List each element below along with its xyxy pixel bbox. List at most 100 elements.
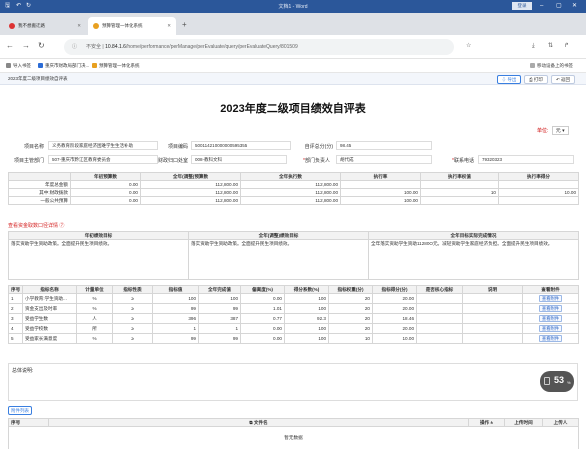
view-attachment-button[interactable]: 查看附件 — [538, 305, 563, 312]
indicators-header-cell: 得分系数(%) — [284, 285, 329, 294]
indicator-cell: ≥ — [112, 313, 153, 324]
indicator-cell: 396 — [152, 313, 199, 324]
bookmarks-icon[interactable]: ⇅ — [548, 42, 553, 50]
indicator-cell: 20.00 — [372, 303, 417, 314]
share-icon[interactable]: ↱ — [564, 42, 569, 50]
breadcrumb[interactable]: 2023年度二级项目绩效自评表 — [8, 73, 68, 85]
progress-unit: % — [567, 380, 571, 385]
bookmark-mobile[interactable]: 移动设备上的书签 — [530, 59, 573, 73]
indicator-cell: 18.46 — [372, 313, 417, 324]
tab-favicon-icon — [93, 23, 99, 29]
indicator-cell: 2 — [8, 303, 23, 314]
indicators-row: 3 受益学生数人 ≥396 387 0.77 92.3 20 18.46 查看附件 — [8, 313, 579, 324]
folder-icon — [530, 63, 535, 68]
print-button[interactable]: ⎙ 打印 — [524, 75, 548, 84]
funds-row: 一般公共预算 0.00 112,800.00 112,800.00 100.00 — [8, 196, 579, 205]
maximize-icon[interactable]: ▢ — [556, 3, 562, 9]
office-field: 008-教科文科 — [191, 155, 287, 164]
close-icon[interactable]: ✕ — [572, 3, 577, 9]
tab-favicon-icon — [9, 23, 15, 29]
url-input[interactable]: ⓘ 不安全 | 10.84.1.6/home/performance/perMa… — [64, 39, 454, 55]
dept-label: 项目主管部门 — [13, 158, 44, 164]
indicator-attachment-cell: 查看附件 — [522, 333, 579, 344]
indicator-cell: 5 — [8, 333, 23, 344]
funds-cell: 0.00 — [70, 188, 141, 197]
indicator-cell: 100 — [284, 323, 329, 334]
indicator-cell: 所 — [76, 323, 113, 334]
bookmark-1[interactable]: 重庆市财政局部门决... — [38, 59, 89, 73]
indicator-cell — [416, 293, 463, 304]
attach-header-ops: 操作 ± — [468, 418, 505, 427]
indicators-row: 2 资金支出及时率% ≥99 99 1.01 100 20 20.00 查看附件 — [8, 303, 579, 314]
bookmark-label: 预算管理一体化系统 — [99, 63, 140, 68]
indicator-cell: 20 — [328, 293, 373, 304]
view-attachment-button[interactable]: 查看附件 — [538, 335, 563, 342]
forward-icon[interactable]: → — [22, 42, 30, 50]
indicator-cell: 受益家长满意度 — [22, 333, 77, 344]
funds-cell: 112,800.00 — [240, 188, 341, 197]
funds-cell: 100.00 — [340, 196, 421, 205]
indicators-header-cell: 指标性质 — [112, 285, 153, 294]
indicator-cell: 0.77 — [240, 313, 285, 324]
export-label: 导出 — [507, 77, 517, 82]
page-title: 2023年度二级项目绩效自评表 — [220, 103, 366, 115]
bookmark-label: 导入书签 — [13, 63, 31, 68]
bookmark-2[interactable]: 预算管理一体化系统 — [92, 59, 140, 73]
phone-field[interactable]: 79320323 — [478, 155, 574, 164]
download-icon[interactable]: ⤓ — [532, 42, 535, 50]
tab-1[interactable]: 我不想搬迁路 ✕ — [4, 17, 86, 35]
funds-row: 年度总金额 0.00 112,800.00 112,800.00 — [8, 180, 579, 189]
indicator-cell: % — [76, 293, 113, 304]
leader-field[interactable]: 胡代成 — [336, 155, 432, 164]
view-attachment-button[interactable]: 查看附件 — [538, 315, 563, 322]
score-field: 98.45 — [336, 141, 432, 150]
funds-header-cell: 执行率权值 — [420, 172, 499, 181]
view-attachment-button[interactable]: 查看附件 — [538, 295, 563, 302]
new-tab-icon[interactable]: + — [182, 20, 187, 29]
tab-close-icon[interactable]: ✕ — [77, 17, 81, 35]
indicator-cell: 20.00 — [372, 323, 417, 334]
goals-header-row: 年初绩效目标 全年(调整)绩效目标 全年目标实际完成情况 — [8, 231, 579, 240]
back-icon[interactable]: ← — [6, 42, 14, 50]
summary-box[interactable]: 总体说明: — [8, 363, 578, 401]
indicators-header-cell: 序号 — [8, 285, 23, 294]
empty-state: 暂无数据 — [8, 426, 579, 449]
funds-cell: 112,800.00 — [240, 196, 341, 205]
funds-detail-link[interactable]: 查看资金取数口径详情 ⑦ — [8, 222, 64, 229]
reload-icon[interactable]: ↻ — [38, 42, 45, 50]
progress-widget[interactable]: 53 % — [540, 371, 574, 392]
back-button[interactable]: ↶ 返回 — [551, 75, 575, 84]
view-attachment-button[interactable]: 查看附件 — [538, 325, 563, 332]
tab-close-icon[interactable]: ✕ — [167, 17, 171, 35]
indicator-cell — [462, 303, 523, 314]
indicator-cell: 99 — [152, 333, 199, 344]
goals-header-initial: 年初绩效目标 — [8, 231, 189, 240]
indicators-header-cell: 指标值 — [152, 285, 199, 294]
indicator-cell — [462, 313, 523, 324]
minimize-icon[interactable]: – — [540, 3, 543, 9]
funds-cell: 112,800.00 — [140, 180, 241, 189]
unit-select[interactable]: 元 ▾ — [551, 126, 569, 135]
export-button[interactable]: ⇩ 导出 — [497, 75, 521, 84]
office-label: 财政归口处室 — [157, 158, 188, 164]
unit-selector[interactable]: 单位: 元 ▾ — [537, 126, 569, 135]
indicator-cell: 99 — [152, 303, 199, 314]
funds-header-cell: 年初预算数 — [70, 172, 141, 181]
attachment-list-button[interactable]: 附件列表 — [8, 406, 32, 415]
indicator-cell: 10.00 — [372, 333, 417, 344]
goals-header-adjusted: 全年(调整)绩效目标 — [188, 231, 369, 240]
indicator-attachment-cell: 查看附件 — [522, 323, 579, 334]
bookmark-import[interactable]: 导入书签 — [6, 59, 31, 73]
star-icon[interactable]: ☆ — [466, 42, 471, 50]
funds-cell: 0.00 — [70, 196, 141, 205]
indicators-header-cell: 计量单位 — [76, 285, 113, 294]
indicator-cell: % — [76, 333, 113, 344]
attach-header-uploader: 上传人 — [542, 418, 579, 427]
login-button[interactable]: 登录 — [512, 2, 532, 10]
funds-cell: 112,800.00 — [140, 196, 241, 205]
info-icon[interactable]: ⓘ — [72, 39, 77, 55]
funds-header-cell: 全年(调整)预算数 — [140, 172, 241, 181]
indicators-row: 4 受益学校数所 ≥1 1 0.00 100 20 20.00 查看附件 — [8, 323, 579, 334]
tab-2[interactable]: 预算管理一体化系统 ✕ — [88, 17, 176, 35]
indicator-attachment-cell: 查看附件 — [522, 303, 579, 314]
